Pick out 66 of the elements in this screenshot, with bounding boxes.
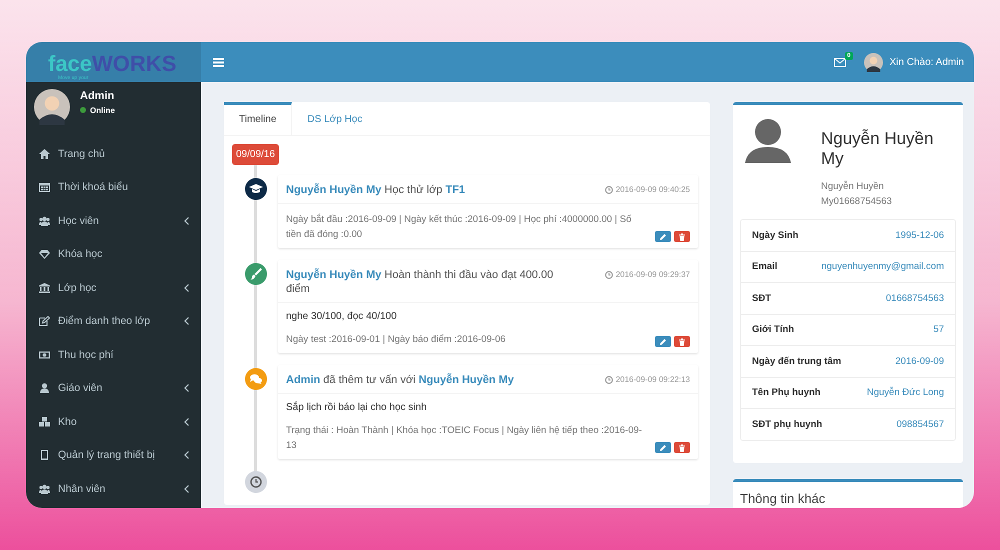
sidebar-item[interactable]: Điểm danh theo lớp: [26, 304, 201, 338]
card-title: Thông tin khác: [740, 490, 826, 506]
profile-name: Nguyễn Huyền My: [821, 129, 934, 169]
timestamp: 2016-09-09 09:40:25: [616, 185, 690, 194]
avatar[interactable]: [864, 52, 882, 72]
edit-button[interactable]: [655, 442, 671, 453]
sidebar-item[interactable]: Nhân viên: [26, 472, 201, 506]
timeline-title: Nguyễn Huyền My Học thử lớp TF1: [286, 183, 466, 197]
mail-icon[interactable]: [834, 58, 846, 66]
sidebar-item[interactable]: Giáo viên: [26, 372, 201, 405]
field-label: SĐT: [752, 292, 771, 304]
sidebar-item[interactable]: Thu học phí: [26, 338, 201, 372]
timeline-title: Nguyễn Huyền My Hoàn thành thi đầu vào đạt 400.00 điểm: [286, 268, 554, 296]
field-value: 57: [933, 324, 944, 336]
field-value: 098854567: [896, 418, 944, 430]
field-label: Email: [752, 261, 778, 272]
field-value: nguyenhuyenmy@gmail.com: [821, 261, 944, 272]
date-label: 09/09/16: [232, 144, 279, 165]
clock-icon: [604, 270, 613, 278]
sidebar-item[interactable]: Kho: [26, 405, 201, 438]
timestamp: 2016-09-09 09:29:37: [616, 270, 690, 279]
pencil-icon: [659, 232, 667, 240]
field-label: Tên Phụ huynh: [752, 387, 821, 398]
field-value: Nguyễn Đức Long: [866, 387, 944, 398]
person-icon: [745, 117, 791, 163]
trash-icon: [678, 338, 686, 346]
timeline-details: Ngày test :2016-09-01 | Ngày báo điểm :2016-09-06: [286, 333, 507, 347]
edit-button[interactable]: [655, 231, 671, 242]
field-value: 2016-09-09: [895, 356, 944, 367]
greeting[interactable]: Xin Chào: Admin: [890, 56, 964, 68]
pencil-icon: [659, 338, 667, 346]
tab[interactable]: DS Lớp Học: [292, 102, 378, 135]
timeline-title: Admin đã thêm tư vấn với Nguyễn Huyền My: [286, 373, 514, 387]
tab[interactable]: Timeline: [224, 102, 292, 135]
field-label: Giới Tính: [752, 324, 794, 336]
field-label: Ngày Sinh: [752, 230, 798, 241]
edit-button[interactable]: [655, 336, 671, 347]
clock-icon: [604, 186, 613, 194]
timestamp: 2016-09-09 09:22:13: [616, 375, 690, 384]
timeline-note: nghe 30/100, đọc 40/100: [286, 311, 398, 322]
delete-button[interactable]: [674, 442, 690, 453]
sidebar-item[interactable]: Lớp học: [26, 271, 201, 304]
clock-icon: [604, 376, 613, 384]
field-value: 01668754563: [886, 292, 944, 304]
sidebar-item[interactable]: Trang chủ: [26, 137, 201, 170]
pencil-icon: [659, 444, 667, 452]
logo-text: face: [48, 53, 92, 75]
field-label: SĐT phụ huynh: [752, 418, 822, 430]
trash-icon: [678, 232, 686, 240]
delete-button[interactable]: [674, 231, 690, 242]
user-status: Online: [90, 106, 115, 114]
field-value: 1995-12-06: [895, 230, 944, 241]
user-name: Admin: [80, 90, 115, 102]
timeline-details: Trạng thái : Hoàn Thành | Khóa học :TOEIC Focus | Ngày liên hệ tiếp theo :2016-09-13: [286, 424, 643, 453]
timeline-note: Sắp lịch rồi báo lại cho học sinh: [286, 402, 428, 413]
sidebar-item[interactable]: Học viên: [26, 204, 201, 238]
sidebar-item[interactable]: Thời khoá biểu: [26, 170, 201, 204]
timeline-details: Ngày bắt đầu :2016-09-09 | Ngày kết thúc :2016-09-09 | Học phí :4000000.00 | Số tiền đã đóng :0.00: [286, 212, 632, 242]
trash-icon: [678, 444, 686, 452]
avatar: [34, 89, 70, 125]
delete-button[interactable]: [674, 336, 690, 347]
menu-icon[interactable]: [213, 58, 224, 66]
field-label: Ngày đến trung tâm: [752, 356, 842, 367]
sidebar-item[interactable]: Khóa học: [26, 238, 201, 271]
sidebar-item[interactable]: Quản lý trang thiết bị: [26, 438, 201, 472]
profile-subtitle: Nguyễn Huyền My01668754563: [821, 180, 893, 209]
